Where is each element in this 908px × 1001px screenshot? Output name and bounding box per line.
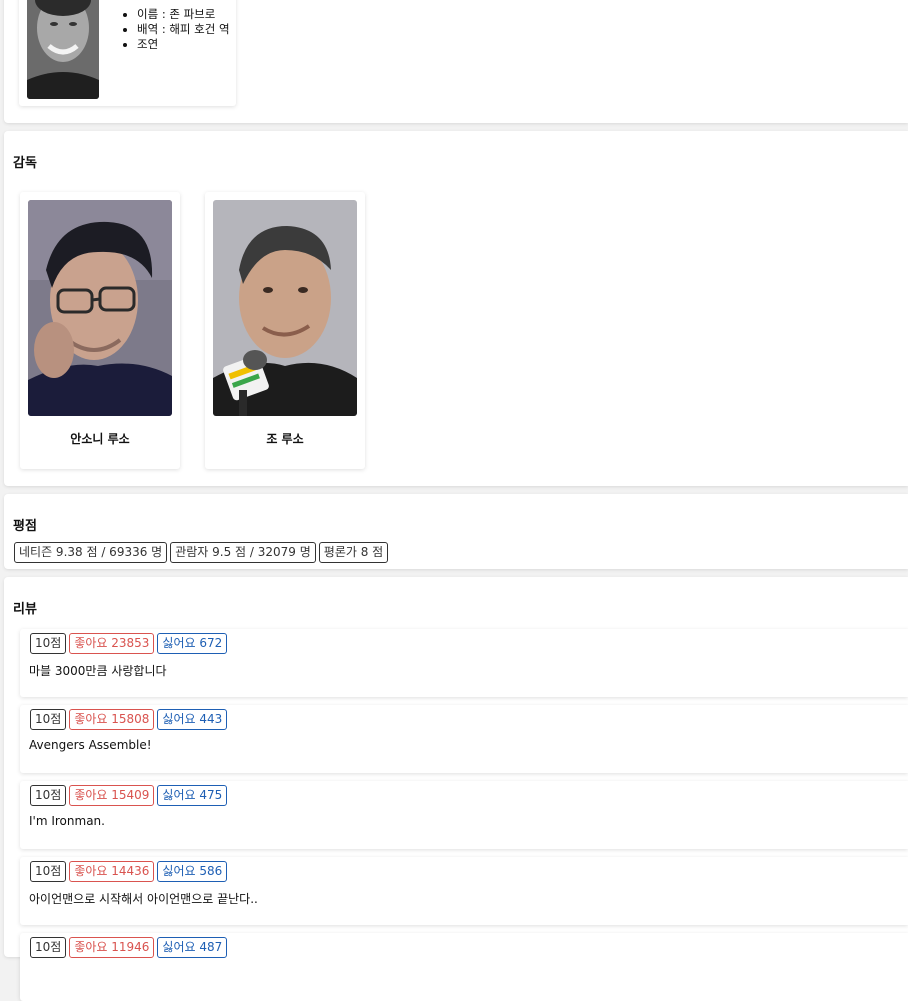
review-text: Avengers Assemble! bbox=[29, 738, 152, 752]
review-item[interactable]: 10점 좋아요 23853 싫어요 672 마블 3000만큼 사랑합니다 bbox=[20, 629, 908, 697]
director-name: 조 루소 bbox=[266, 432, 304, 446]
cast-photo bbox=[27, 0, 99, 99]
ratings-title: 평점 bbox=[13, 519, 37, 534]
directors-title: 감독 bbox=[13, 156, 37, 171]
critic-rating-badge: 평론가 8 점 bbox=[318, 542, 389, 563]
review-score-badge: 10점 bbox=[30, 937, 67, 958]
review-item[interactable]: 10점 좋아요 14436 싫어요 586 아이언맨으로 시작해서 아이언맨으로… bbox=[20, 857, 908, 925]
review-score-badge: 10점 bbox=[30, 709, 67, 730]
cast-info-name: 이름 : 존 파브로 bbox=[137, 7, 230, 22]
cast-info-type: 조연 bbox=[137, 37, 230, 52]
director-photo bbox=[28, 200, 172, 416]
reviews-section: 리뷰 10점 좋아요 23853 싫어요 672 마블 3000만큼 사랑합니다… bbox=[4, 577, 908, 1001]
cast-info-list: 이름 : 존 파브로 배역 : 해피 호건 역 조연 bbox=[123, 7, 230, 52]
cast-info-role: 배역 : 해피 호건 역 bbox=[137, 22, 230, 37]
ratings-badges: 네티즌 9.38 점 / 69336 명 관람자 9.5 점 / 32079 명… bbox=[14, 542, 391, 563]
dislike-badge[interactable]: 싫어요 487 bbox=[157, 937, 228, 958]
like-badge[interactable]: 좋아요 23853 bbox=[69, 633, 155, 654]
review-score-badge: 10점 bbox=[30, 633, 67, 654]
review-text: 마블 3000만큼 사랑합니다 bbox=[29, 664, 167, 678]
like-badge[interactable]: 좋아요 14436 bbox=[69, 861, 155, 882]
directors-section: 감독 안소니 루소 조 루소 bbox=[4, 131, 908, 486]
like-badge[interactable]: 좋아요 15409 bbox=[69, 785, 155, 806]
director-card[interactable]: 안소니 루소 bbox=[20, 192, 180, 469]
review-item[interactable]: 10점 좋아요 15808 싫어요 443 Avengers Assemble! bbox=[20, 705, 908, 773]
director-name: 안소니 루소 bbox=[70, 432, 130, 446]
like-badge[interactable]: 좋아요 11946 bbox=[69, 937, 155, 958]
review-text: 아이언맨으로 시작해서 아이언맨으로 끝난다.. bbox=[29, 892, 258, 906]
reviews-title: 리뷰 bbox=[13, 602, 37, 617]
review-score-badge: 10점 bbox=[30, 785, 67, 806]
director-photo bbox=[213, 200, 357, 416]
review-item[interactable]: 10점 좋아요 11946 싫어요 487 bbox=[20, 933, 908, 1001]
review-score-badge: 10점 bbox=[30, 861, 67, 882]
ratings-section: 평점 네티즌 9.38 점 / 69336 명 관람자 9.5 점 / 3207… bbox=[4, 494, 908, 569]
audience-rating-badge: 관람자 9.5 점 / 32079 명 bbox=[170, 542, 316, 563]
dislike-badge[interactable]: 싫어요 443 bbox=[157, 709, 228, 730]
review-item[interactable]: 10점 좋아요 15409 싫어요 475 I'm Ironman. bbox=[20, 781, 908, 849]
netizen-rating-badge: 네티즌 9.38 점 / 69336 명 bbox=[14, 542, 168, 563]
dislike-badge[interactable]: 싫어요 475 bbox=[157, 785, 228, 806]
review-text: I'm Ironman. bbox=[29, 814, 105, 828]
cast-card[interactable]: 이름 : 존 파브로 배역 : 해피 호건 역 조연 bbox=[19, 0, 236, 106]
dislike-badge[interactable]: 싫어요 672 bbox=[157, 633, 228, 654]
dislike-badge[interactable]: 싫어요 586 bbox=[157, 861, 228, 882]
director-card[interactable]: 조 루소 bbox=[205, 192, 365, 469]
like-badge[interactable]: 좋아요 15808 bbox=[69, 709, 155, 730]
cast-section: 이름 : 존 파브로 배역 : 해피 호건 역 조연 bbox=[4, 0, 908, 123]
